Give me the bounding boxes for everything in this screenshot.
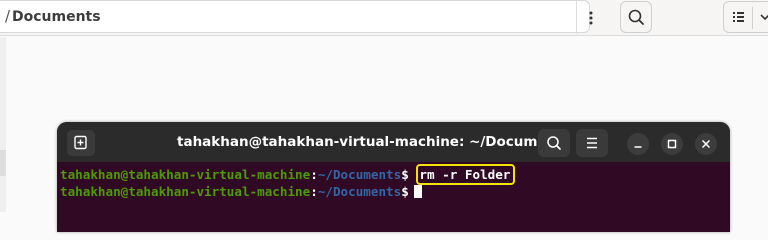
prompt-symbol: $ xyxy=(401,184,409,199)
file-manager-sidebar-edge xyxy=(0,37,6,212)
search-icon xyxy=(547,136,561,150)
close-icon xyxy=(701,139,711,149)
sidebar-selected-item[interactable] xyxy=(0,150,6,176)
close-button[interactable] xyxy=(695,133,717,155)
minimize-button[interactable] xyxy=(627,133,649,155)
minimize-icon xyxy=(634,146,642,148)
terminal-headerbar[interactable]: tahakhan@tahakhan-virtual-machine: ~/Doc… xyxy=(57,122,730,162)
text-cursor xyxy=(413,185,422,198)
prompt-path: ~/Documents xyxy=(317,167,402,182)
terminal-search-button[interactable] xyxy=(538,129,570,157)
terminal-window[interactable]: tahakhan@tahakhan-virtual-machine: ~/Doc… xyxy=(57,122,730,232)
chevron-down-icon[interactable] xyxy=(753,2,768,32)
prompt-symbol: $ xyxy=(401,167,409,182)
view-options-button[interactable] xyxy=(723,1,768,33)
path-menu-button[interactable] xyxy=(576,1,605,34)
prompt-colon: : xyxy=(310,167,318,182)
file-manager-headerbar: / Documents xyxy=(0,0,768,36)
path-current-folder[interactable]: Documents xyxy=(12,9,101,25)
location-bar[interactable]: / Documents xyxy=(0,0,593,34)
new-tab-icon xyxy=(74,135,87,150)
maximize-icon xyxy=(667,139,677,149)
search-icon xyxy=(628,9,644,25)
maximize-button[interactable] xyxy=(661,133,683,155)
list-view-icon xyxy=(733,12,744,22)
terminal-line: tahakhan@tahakhan-virtual-machine:~/Docu… xyxy=(60,184,422,199)
terminal-output[interactable]: tahakhan@tahakhan-virtual-machine:~/Docu… xyxy=(57,162,730,232)
highlighted-command: rm -r Folder xyxy=(416,164,516,185)
terminal-title: tahakhan@tahakhan-virtual-machine: ~/Doc… xyxy=(177,134,571,150)
prompt-colon: : xyxy=(310,184,318,199)
new-tab-button[interactable] xyxy=(67,130,95,156)
terminal-line: tahakhan@tahakhan-virtual-machine:~/Docu… xyxy=(60,164,516,185)
prompt-path: ~/Documents xyxy=(317,184,402,199)
prompt-user-host: tahakhan@tahakhan-virtual-machine xyxy=(60,167,311,182)
file-manager-search-button[interactable] xyxy=(620,1,652,33)
terminal-menu-button[interactable] xyxy=(576,129,608,157)
path-separator: / xyxy=(5,7,11,25)
kebab-menu-icon xyxy=(589,11,593,24)
hamburger-menu-icon xyxy=(587,137,597,149)
prompt-user-host: tahakhan@tahakhan-virtual-machine xyxy=(60,184,311,199)
